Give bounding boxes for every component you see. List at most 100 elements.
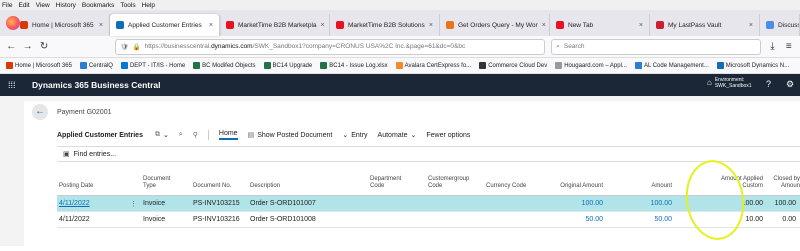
show-posted-document-button[interactable]: ▤ Show Posted Document (247, 131, 333, 140)
close-icon[interactable]: × (99, 22, 103, 29)
document-icon: ▤ (247, 132, 255, 139)
divider (207, 130, 209, 140)
bookmark-favicon-icon (120, 62, 128, 69)
bookmark-item[interactable]: Home | Microsoft 365 (6, 62, 72, 69)
bookmark-favicon-icon (479, 62, 487, 69)
close-icon[interactable]: × (639, 22, 643, 29)
close-icon[interactable]: × (542, 22, 546, 29)
entry-label: Entry (351, 131, 368, 139)
close-icon[interactable]: × (749, 22, 753, 29)
find-entries-button[interactable]: ▣ Find entries... (57, 146, 800, 162)
menu-help[interactable]: Help (142, 2, 155, 9)
entry-menu[interactable]: ⌄ Entry (342, 131, 368, 140)
cell-posting-date[interactable]: 4/11/2022 (59, 200, 90, 207)
menu-icon[interactable]: ≡ (784, 41, 794, 52)
tab-label: Home | Microsoft 365 (32, 21, 94, 29)
cell-amount-applied[interactable]: 10.00 (733, 216, 763, 223)
environment-name: SWK_Sandbox1 (714, 83, 752, 89)
analysis-button[interactable]: ⚲ (193, 131, 198, 139)
tab-7[interactable]: Discussi (760, 14, 800, 36)
bookmark-favicon-icon (716, 62, 724, 69)
header-closed-by[interactable]: Closed by Amoun (761, 176, 800, 190)
bookmark-item[interactable]: Commerce Cloud Dev (479, 62, 547, 69)
bookmark-item[interactable]: BC Modifed Objects (193, 62, 256, 69)
header-document-type[interactable]: Document Type (143, 176, 170, 190)
app-launcher-icon[interactable]: ⁞⁞⁞ (8, 80, 22, 90)
analysis-icon: ⚲ (192, 132, 198, 139)
header-currency-code[interactable]: Currency Code (486, 183, 526, 190)
download-icon[interactable]: ⤓ (767, 41, 777, 52)
header-document-type-line1: Document (143, 176, 171, 182)
header-original-amount[interactable]: Original Amount (543, 183, 603, 190)
table-row[interactable]: 4/11/2022 Invoice PS-INV103216 Order S-ORD1… (57, 212, 800, 228)
back-button[interactable]: ← (32, 104, 48, 120)
bookmark-item[interactable]: CentralQ (79, 62, 113, 69)
share-button[interactable]: ⧉ ⌄ (155, 131, 169, 139)
cell-original-amount[interactable]: 100.00 (573, 200, 603, 207)
lock-icon: 🔒 (132, 43, 141, 51)
header-posting-date[interactable]: Posting Date (59, 183, 93, 190)
bookmark-favicon-icon (193, 62, 201, 69)
table-row[interactable]: 4/11/2022 Invoice PS-INV103215 Order S-ORD1… (57, 196, 800, 212)
help-icon[interactable]: ? (766, 79, 771, 89)
menu-history[interactable]: History (56, 2, 76, 9)
cell-amount[interactable]: 50.00 (642, 216, 672, 223)
tab-favicon-icon (226, 21, 234, 29)
header-amount[interactable]: Amount (632, 183, 672, 190)
header-document-type-line2: Type (143, 183, 157, 189)
bookmark-item[interactable]: Microsoft Dynamics N... (716, 62, 789, 69)
bookmark-item[interactable]: Avalara CertExpress fo... (395, 62, 471, 69)
address-bar[interactable]: 🛡 🔒 https://businesscentral. dynamics.com… (115, 38, 546, 55)
tab-list: Home | Microsoft 365 × Applied Customer En… (14, 14, 800, 36)
entries-table: Posting Date Document Type Document No. D… (57, 168, 800, 228)
bookmark-item[interactable]: Hougaard.com – Appl... (555, 62, 627, 69)
tab-2[interactable]: MarketTime B2B Marketpla × (220, 14, 330, 36)
cell-amount-applied[interactable]: 100.00 (733, 200, 763, 207)
bookmark-item[interactable]: BC14 Upgrade (263, 62, 312, 69)
menu-bookmarks[interactable]: Bookmarks (82, 2, 115, 9)
tab-favicon-icon (336, 21, 344, 29)
tab-1[interactable]: Applied Customer Entries × (110, 14, 220, 36)
close-icon[interactable]: × (209, 22, 213, 29)
header-description[interactable]: Description (250, 183, 280, 190)
close-icon[interactable]: × (429, 22, 433, 29)
close-icon[interactable]: × (321, 22, 325, 29)
menu-bar: File Edit View History Bookmarks Tools H… (0, 0, 800, 10)
tab-0[interactable]: Home | Microsoft 365 × (14, 14, 110, 36)
menu-tools[interactable]: Tools (120, 2, 135, 9)
reload-icon[interactable]: ↻ (39, 41, 49, 52)
app-title: Dynamics 365 Business Central (32, 80, 161, 90)
settings-icon[interactable]: ⚙ (786, 79, 794, 90)
search-input[interactable]: ⌕ Search (551, 38, 762, 55)
row-actions-icon[interactable]: ⋮ (130, 200, 137, 208)
tab-4[interactable]: Get Orders Query - My Wor × (440, 14, 550, 36)
header-document-no[interactable]: Document No. (193, 183, 231, 190)
menu-view[interactable]: View (36, 2, 50, 9)
header-amount-applied[interactable]: Amount Applied Custom (683, 176, 763, 190)
tab-5[interactable]: New Tab × (550, 14, 650, 36)
automate-menu[interactable]: Automate ⌄ (378, 131, 417, 140)
bookmark-item[interactable]: BC14 - Issue Log.xlsx (320, 62, 388, 69)
menu-edit[interactable]: Edit (18, 2, 29, 9)
tab-6[interactable]: My LastPass Vault × (650, 14, 760, 36)
cell-amount[interactable]: 100.00 (642, 200, 672, 207)
chevron-down-icon: ⌄ (162, 132, 169, 139)
fewer-options-button[interactable]: Fewer options (426, 132, 470, 139)
forward-arrow-icon[interactable]: → (22, 41, 33, 52)
section-title: Applied Customer Entries (57, 131, 143, 139)
header-customergroup-code[interactable]: Customergroup Code (428, 176, 469, 190)
tab-label: Applied Customer Entries (128, 21, 202, 29)
bookmark-item[interactable]: AL Code Management... (634, 62, 709, 69)
bookmark-item[interactable]: DEPT - IT/IS - Home (120, 62, 185, 69)
firefox-icon[interactable] (6, 16, 20, 30)
cell-description: Order S-ORD101008 (250, 216, 316, 223)
cell-original-amount[interactable]: 50.00 (573, 216, 603, 223)
back-arrow-icon[interactable]: ← (6, 41, 16, 52)
header-department-code[interactable]: Department Code (370, 176, 401, 190)
tab-3[interactable]: MarketTime B2B Solutions × (330, 14, 440, 36)
bookmarks-bar: Home | Microsoft 365 CentralQ DEPT - IT/IS… (0, 58, 800, 74)
share-icon: ⧉ (154, 131, 160, 138)
menu-file[interactable]: File (2, 2, 12, 9)
search-button[interactable]: ⌕ (179, 131, 183, 139)
tab-home[interactable]: Home (218, 130, 238, 140)
